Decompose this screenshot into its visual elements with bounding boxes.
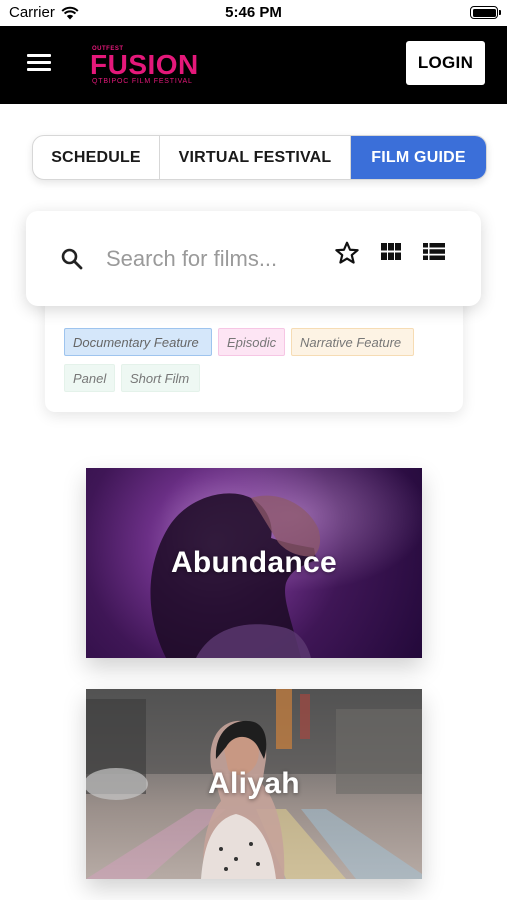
film-card-aliyah[interactable]: Aliyah <box>86 689 422 879</box>
tag-short-film[interactable]: Short Film <box>121 364 200 392</box>
clock: 5:46 PM <box>225 4 282 21</box>
favorites-star-icon[interactable] <box>334 240 360 266</box>
login-button[interactable]: LOGIN <box>406 41 485 85</box>
search-icon <box>61 248 83 270</box>
tag-episodic[interactable]: Episodic <box>218 328 285 356</box>
film-title: Abundance <box>170 546 338 579</box>
app-header: OUTFEST FUSION QTBIPOC FILM FESTIVAL LOG… <box>0 26 507 104</box>
grid-view-icon[interactable] <box>381 243 401 260</box>
festival-logo[interactable]: OUTFEST FUSION QTBIPOC FILM FESTIVAL <box>90 46 220 86</box>
tab-film-guide[interactable]: FILM GUIDE <box>351 136 486 179</box>
search-input[interactable] <box>106 241 316 277</box>
tab-schedule[interactable]: SCHEDULE <box>33 136 160 179</box>
search-card <box>26 211 481 306</box>
status-bar: Carrier 5:46 PM <box>0 0 507 26</box>
hamburger-menu-icon[interactable] <box>27 54 51 74</box>
tag-documentary-feature[interactable]: Documentary Feature <box>64 328 212 356</box>
section-tabs: SCHEDULE VIRTUAL FESTIVAL FILM GUIDE <box>32 135 487 180</box>
tab-virtual-festival[interactable]: VIRTUAL FESTIVAL <box>160 136 351 179</box>
list-view-icon[interactable] <box>423 243 445 260</box>
film-card-abundance[interactable]: Abundance <box>86 468 422 658</box>
tag-panel[interactable]: Panel <box>64 364 115 392</box>
battery-icon <box>470 6 501 19</box>
logo-sub-text: QTBIPOC FILM FESTIVAL <box>92 78 193 85</box>
logo-main-text: FUSION <box>90 49 199 80</box>
film-title: Aliyah <box>208 767 300 800</box>
tag-narrative-feature[interactable]: Narrative Feature <box>291 328 414 356</box>
